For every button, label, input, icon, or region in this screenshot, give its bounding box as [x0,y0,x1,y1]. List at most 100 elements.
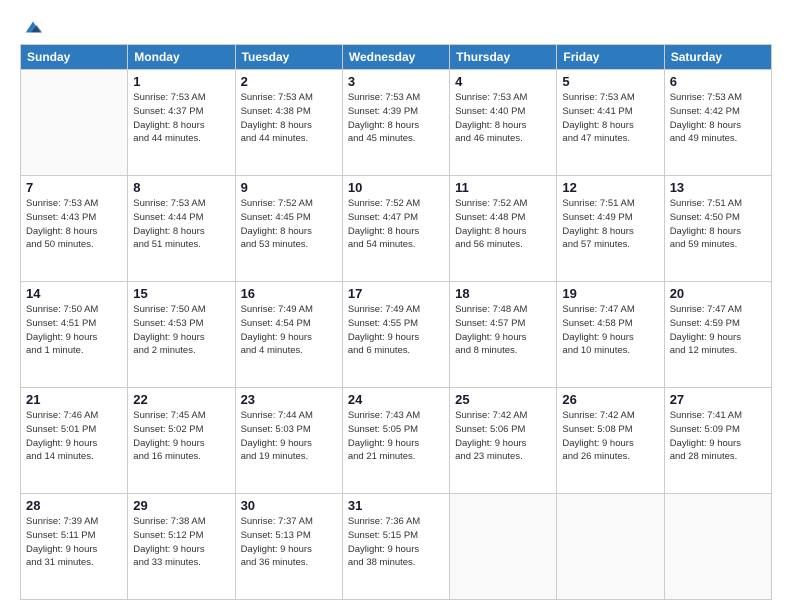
week-row-4: 21 Sunrise: 7:46 AMSunset: 5:01 PMDayligh… [21,388,772,494]
calendar-cell: 25 Sunrise: 7:42 AMSunset: 5:06 PMDayligh… [450,388,557,494]
weekday-header-monday: Monday [128,45,235,70]
calendar-header: SundayMondayTuesdayWednesdayThursdayFrid… [21,45,772,70]
day-number: 20 [670,286,766,301]
day-number: 5 [562,74,658,89]
calendar-cell: 28 Sunrise: 7:39 AMSunset: 5:11 PMDayligh… [21,494,128,600]
day-info: Sunrise: 7:48 AMSunset: 4:57 PMDaylight:… [455,303,551,358]
day-info: Sunrise: 7:53 AMSunset: 4:43 PMDaylight:… [26,197,122,252]
day-info: Sunrise: 7:42 AMSunset: 5:06 PMDaylight:… [455,409,551,464]
weekday-header-friday: Friday [557,45,664,70]
calendar-cell [450,494,557,600]
weekday-header-thursday: Thursday [450,45,557,70]
calendar-cell [21,70,128,176]
calendar-cell: 19 Sunrise: 7:47 AMSunset: 4:58 PMDayligh… [557,282,664,388]
day-info: Sunrise: 7:45 AMSunset: 5:02 PMDaylight:… [133,409,229,464]
calendar-cell: 5 Sunrise: 7:53 AMSunset: 4:41 PMDaylight… [557,70,664,176]
calendar-cell [557,494,664,600]
day-info: Sunrise: 7:39 AMSunset: 5:11 PMDaylight:… [26,515,122,570]
day-info: Sunrise: 7:53 AMSunset: 4:44 PMDaylight:… [133,197,229,252]
logo-text [20,16,44,38]
week-row-2: 7 Sunrise: 7:53 AMSunset: 4:43 PMDaylight… [21,176,772,282]
week-row-1: 1Sunrise: 7:53 AMSunset: 4:37 PMDaylight… [21,70,772,176]
day-info: Sunrise: 7:44 AMSunset: 5:03 PMDaylight:… [241,409,337,464]
day-number: 31 [348,498,444,513]
day-number: 2 [241,74,337,89]
day-number: 11 [455,180,551,195]
calendar-cell: 2Sunrise: 7:53 AMSunset: 4:38 PMDaylight… [235,70,342,176]
calendar-table: SundayMondayTuesdayWednesdayThursdayFrid… [20,44,772,600]
day-number: 17 [348,286,444,301]
calendar-cell: 10Sunrise: 7:52 AMSunset: 4:47 PMDayligh… [342,176,449,282]
calendar-cell: 1Sunrise: 7:53 AMSunset: 4:37 PMDaylight… [128,70,235,176]
day-info: Sunrise: 7:47 AMSunset: 4:58 PMDaylight:… [562,303,658,358]
day-number: 16 [241,286,337,301]
calendar-cell: 8 Sunrise: 7:53 AMSunset: 4:44 PMDaylight… [128,176,235,282]
weekday-header-row: SundayMondayTuesdayWednesdayThursdayFrid… [21,45,772,70]
day-info: Sunrise: 7:53 AMSunset: 4:37 PMDaylight:… [133,91,229,146]
day-info: Sunrise: 7:53 AMSunset: 4:42 PMDaylight:… [670,91,766,146]
day-number: 7 [26,180,122,195]
calendar-cell: 13Sunrise: 7:51 AMSunset: 4:50 PMDayligh… [664,176,771,282]
day-info: Sunrise: 7:53 AMSunset: 4:41 PMDaylight:… [562,91,658,146]
calendar-cell: 22Sunrise: 7:45 AMSunset: 5:02 PMDayligh… [128,388,235,494]
day-number: 4 [455,74,551,89]
day-number: 24 [348,392,444,407]
calendar-cell: 9 Sunrise: 7:52 AMSunset: 4:45 PMDaylight… [235,176,342,282]
day-number: 9 [241,180,337,195]
day-info: Sunrise: 7:53 AMSunset: 4:39 PMDaylight:… [348,91,444,146]
day-number: 23 [241,392,337,407]
calendar-cell: 30Sunrise: 7:37 AMSunset: 5:13 PMDayligh… [235,494,342,600]
logo [20,16,44,34]
calendar-cell: 15Sunrise: 7:50 AMSunset: 4:53 PMDayligh… [128,282,235,388]
day-number: 19 [562,286,658,301]
calendar-cell: 3Sunrise: 7:53 AMSunset: 4:39 PMDaylight… [342,70,449,176]
day-info: Sunrise: 7:49 AMSunset: 4:55 PMDaylight:… [348,303,444,358]
calendar-cell: 27Sunrise: 7:41 AMSunset: 5:09 PMDayligh… [664,388,771,494]
calendar-cell: 11Sunrise: 7:52 AMSunset: 4:48 PMDayligh… [450,176,557,282]
day-number: 28 [26,498,122,513]
day-info: Sunrise: 7:42 AMSunset: 5:08 PMDaylight:… [562,409,658,464]
calendar-cell: 31Sunrise: 7:36 AMSunset: 5:15 PMDayligh… [342,494,449,600]
logo-icon [22,16,44,38]
day-number: 15 [133,286,229,301]
calendar-cell: 23 Sunrise: 7:44 AMSunset: 5:03 PMDayligh… [235,388,342,494]
day-info: Sunrise: 7:38 AMSunset: 5:12 PMDaylight:… [133,515,229,570]
day-number: 30 [241,498,337,513]
calendar-cell: 26 Sunrise: 7:42 AMSunset: 5:08 PMDayligh… [557,388,664,494]
calendar-cell: 6 Sunrise: 7:53 AMSunset: 4:42 PMDaylight… [664,70,771,176]
day-info: Sunrise: 7:43 AMSunset: 5:05 PMDaylight:… [348,409,444,464]
calendar-cell: 7 Sunrise: 7:53 AMSunset: 4:43 PMDaylight… [21,176,128,282]
day-number: 12 [562,180,658,195]
day-info: Sunrise: 7:52 AMSunset: 4:47 PMDaylight:… [348,197,444,252]
calendar-cell: 18 Sunrise: 7:48 AMSunset: 4:57 PMDayligh… [450,282,557,388]
calendar-cell: 14 Sunrise: 7:50 AMSunset: 4:51 PMDayligh… [21,282,128,388]
calendar-cell [664,494,771,600]
day-number: 26 [562,392,658,407]
weekday-header-sunday: Sunday [21,45,128,70]
calendar-body: 1Sunrise: 7:53 AMSunset: 4:37 PMDaylight… [21,70,772,600]
day-info: Sunrise: 7:53 AMSunset: 4:40 PMDaylight:… [455,91,551,146]
day-number: 27 [670,392,766,407]
calendar-cell: 12Sunrise: 7:51 AMSunset: 4:49 PMDayligh… [557,176,664,282]
day-number: 13 [670,180,766,195]
weekday-header-saturday: Saturday [664,45,771,70]
calendar-cell: 24 Sunrise: 7:43 AMSunset: 5:05 PMDayligh… [342,388,449,494]
day-info: Sunrise: 7:50 AMSunset: 4:51 PMDaylight:… [26,303,122,358]
weekday-header-tuesday: Tuesday [235,45,342,70]
day-number: 8 [133,180,229,195]
calendar-cell: 21 Sunrise: 7:46 AMSunset: 5:01 PMDayligh… [21,388,128,494]
week-row-3: 14 Sunrise: 7:50 AMSunset: 4:51 PMDayligh… [21,282,772,388]
day-number: 6 [670,74,766,89]
calendar-cell: 20Sunrise: 7:47 AMSunset: 4:59 PMDayligh… [664,282,771,388]
day-info: Sunrise: 7:46 AMSunset: 5:01 PMDaylight:… [26,409,122,464]
weekday-header-wednesday: Wednesday [342,45,449,70]
day-info: Sunrise: 7:52 AMSunset: 4:45 PMDaylight:… [241,197,337,252]
day-number: 21 [26,392,122,407]
day-number: 29 [133,498,229,513]
day-number: 18 [455,286,551,301]
calendar-cell: 29 Sunrise: 7:38 AMSunset: 5:12 PMDayligh… [128,494,235,600]
day-number: 25 [455,392,551,407]
header [20,16,772,34]
page: SundayMondayTuesdayWednesdayThursdayFrid… [0,0,792,612]
day-number: 14 [26,286,122,301]
